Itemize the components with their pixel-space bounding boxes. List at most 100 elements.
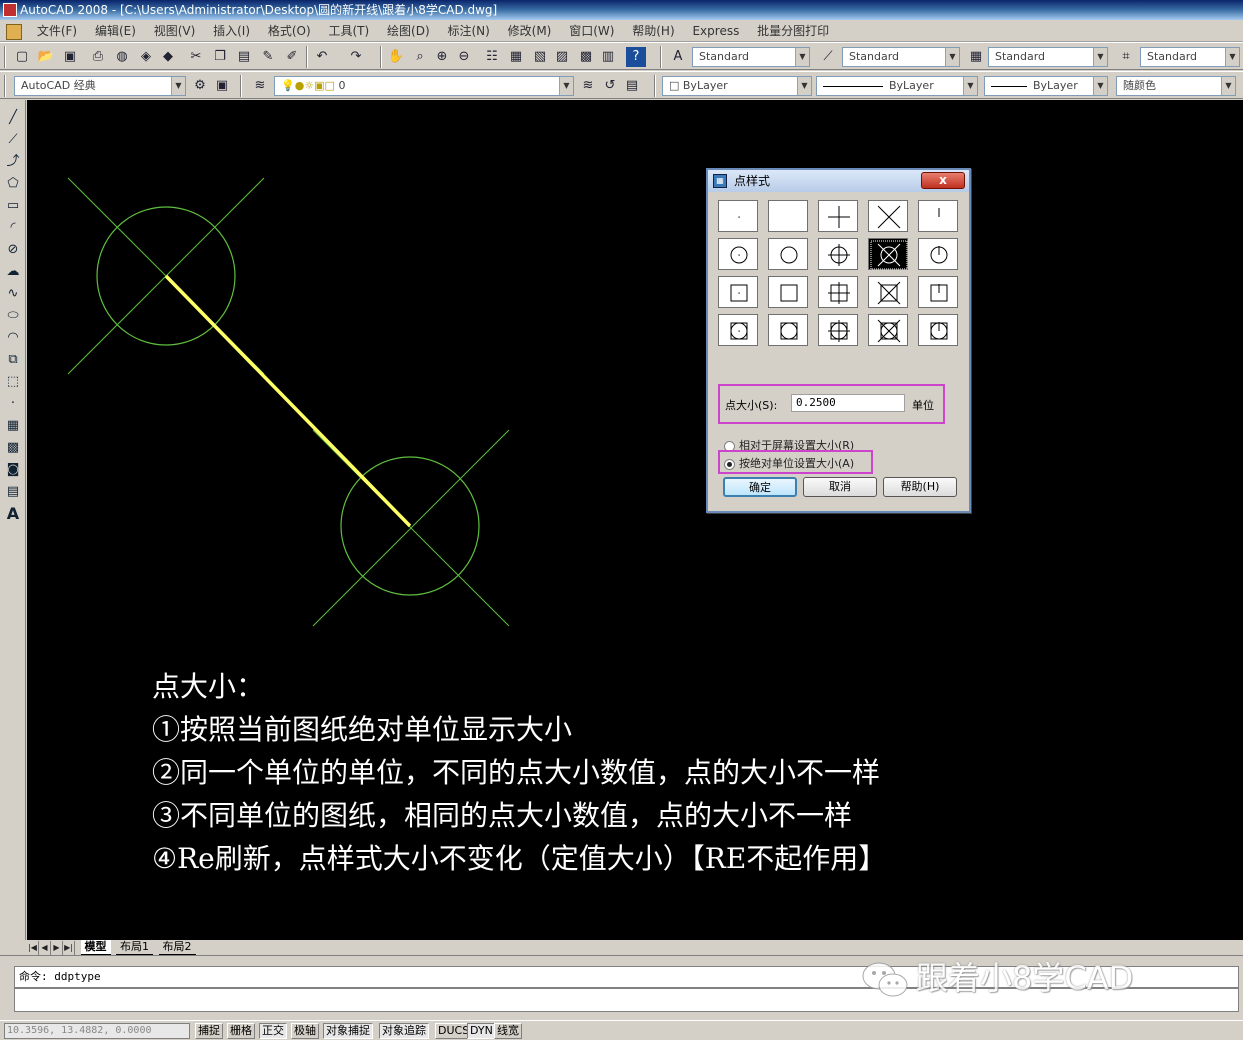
grid-toggle[interactable]: 栅格 [227,1023,255,1039]
tab-layout2[interactable]: 布局2 [158,940,196,955]
point-style-circle-square-none[interactable] [768,314,808,346]
design-center-icon[interactable]: ▦ [506,47,526,67]
zoom-previous-icon[interactable]: ⊖ [454,47,474,67]
menu-window[interactable]: 窗口(W) [562,20,621,42]
plot-preview-icon[interactable]: ◍ [112,47,132,67]
point-style-square-cross[interactable] [868,276,908,308]
open-icon[interactable]: 📂 [36,47,56,67]
point-icon[interactable]: · [3,394,23,414]
point-style-plain-tick[interactable] [918,200,958,232]
region-icon[interactable]: ◙ [3,460,23,480]
menu-dimension[interactable]: 标注(N) [440,20,496,42]
point-style-circle-none[interactable] [768,238,808,270]
dim-style-select[interactable]: Standard ▼ [842,47,960,67]
arc-icon[interactable]: ◜ [3,218,23,238]
plotstyle-select[interactable]: 随颜色 ▼ [1116,76,1236,96]
match-properties-icon[interactable]: ✎ [258,47,278,67]
chevron-down-icon[interactable]: ▼ [1093,77,1107,95]
chevron-down-icon[interactable]: ▼ [171,77,185,95]
document-icon[interactable] [6,23,22,40]
point-style-plain-plus[interactable] [818,200,858,232]
otrack-toggle[interactable]: 对象追踪 [379,1023,429,1039]
cancel-button[interactable]: 取消 [803,477,877,497]
menu-tools[interactable]: 工具(T) [322,20,377,42]
make-current-layer-icon[interactable]: ≋ [578,76,598,96]
point-style-circle-cross[interactable] [868,238,908,270]
text-style-icon[interactable]: A [668,47,688,67]
point-marker-lower[interactable] [312,429,510,627]
ok-button[interactable]: 确定 [723,477,797,497]
hatch-icon[interactable]: ▦ [3,416,23,436]
point-style-plain-none[interactable] [768,200,808,232]
ellipse-icon[interactable]: ⬭ [3,306,23,326]
properties-icon[interactable]: ☷ [482,47,502,67]
multiline-text-icon[interactable]: A [3,504,23,524]
menu-view[interactable]: 视图(V) [147,20,203,42]
sheet-set-icon[interactable]: ▨ [552,47,572,67]
save-icon[interactable]: ▣ [60,47,80,67]
point-style-circle-plus[interactable] [818,238,858,270]
markup-icon[interactable]: ▩ [576,47,596,67]
tool-palettes-icon[interactable]: ▧ [530,47,550,67]
chevron-down-icon[interactable]: ▼ [1093,48,1107,66]
connecting-line[interactable] [164,274,412,528]
close-button[interactable]: x [921,172,965,189]
mleader-style-icon[interactable]: ⌗ [1116,47,1136,67]
menu-edit[interactable]: 编辑(E) [88,20,143,42]
snap-toggle[interactable]: 捕捉 [195,1023,223,1039]
layer-properties-icon[interactable]: ≋ [250,76,270,96]
workspace-save-icon[interactable]: ▣ [212,76,232,96]
help-button[interactable]: 帮助(H) [883,477,957,497]
publish-icon[interactable]: ◈ [136,47,156,67]
help-icon[interactable]: ? [626,47,646,67]
table-icon[interactable]: ▤ [3,482,23,502]
radio-absolute[interactable] [724,458,735,470]
next-tab-icon[interactable]: ▶ [51,941,63,955]
new-icon[interactable]: ▢ [12,47,32,67]
construction-line-icon[interactable]: ⟋ [3,130,23,150]
point-style-circle-tick[interactable] [918,238,958,270]
cut-icon[interactable]: ✂ [186,47,206,67]
menu-help[interactable]: 帮助(H) [625,20,681,42]
layer-select[interactable]: 💡●☼▣□ 0 ▼ [274,76,574,96]
gradient-icon[interactable]: ▩ [3,438,23,458]
radio-absolute-row[interactable]: 按绝对单位设置大小(A) [724,455,854,471]
make-block-icon[interactable]: ⬚ [3,372,23,392]
color-select[interactable]: □ ByLayer ▼ [662,76,812,96]
mleader-style-select[interactable]: Standard ▼ [1140,47,1240,67]
point-size-input[interactable]: 0.2500 [791,394,905,412]
copy-icon[interactable]: ❐ [210,47,230,67]
dialog-title-bar[interactable]: ▦ 点样式 x [708,170,969,192]
calculator-icon[interactable]: ▥ [598,47,618,67]
point-style-square-plus[interactable] [818,276,858,308]
point-style-square-dot[interactable] [718,276,758,308]
drawing-area[interactable]: 点大小： ①按照当前图纸绝对单位显示大小 ②同一个单位的单位，不同的点大小数值，… [27,100,1243,940]
point-style-plain-dot[interactable] [718,200,758,232]
insert-block-icon[interactable]: ⧉ [3,350,23,370]
point-style-circle-square-dot[interactable] [718,314,758,346]
3d-dwf-icon[interactable]: ◆ [158,47,178,67]
linetype-select[interactable]: ByLayer ▼ [816,76,978,96]
polyline-icon[interactable]: ⤴ [3,152,23,172]
menu-batch-plot[interactable]: 批量分图打印 [750,20,836,42]
point-style-circle-dot[interactable] [718,238,758,270]
menu-modify[interactable]: 修改(M) [501,20,559,42]
line-icon[interactable]: ╱ [3,108,23,128]
pan-icon[interactable]: ✋ [386,47,406,67]
menu-draw[interactable]: 绘图(D) [380,20,437,42]
circle-icon[interactable]: ⊘ [3,240,23,260]
tab-layout1[interactable]: 布局1 [116,940,153,955]
dim-style-icon[interactable]: ⟋ [818,47,838,67]
point-style-circle-square-plus[interactable] [818,314,858,346]
paste-icon[interactable]: ▤ [234,47,254,67]
point-style-plain-cross[interactable] [868,200,908,232]
first-tab-icon[interactable]: |◀ [27,941,39,955]
chevron-down-icon[interactable]: ▼ [795,48,809,66]
table-style-icon[interactable]: ▦ [966,47,986,67]
revision-cloud-icon[interactable]: ☁ [3,262,23,282]
lineweight-select[interactable]: ByLayer ▼ [984,76,1108,96]
point-style-square-tick[interactable] [918,276,958,308]
ellipse-arc-icon[interactable]: ◠ [3,328,23,348]
last-tab-icon[interactable]: ▶| [63,941,75,955]
spline-icon[interactable]: ∿ [3,284,23,304]
